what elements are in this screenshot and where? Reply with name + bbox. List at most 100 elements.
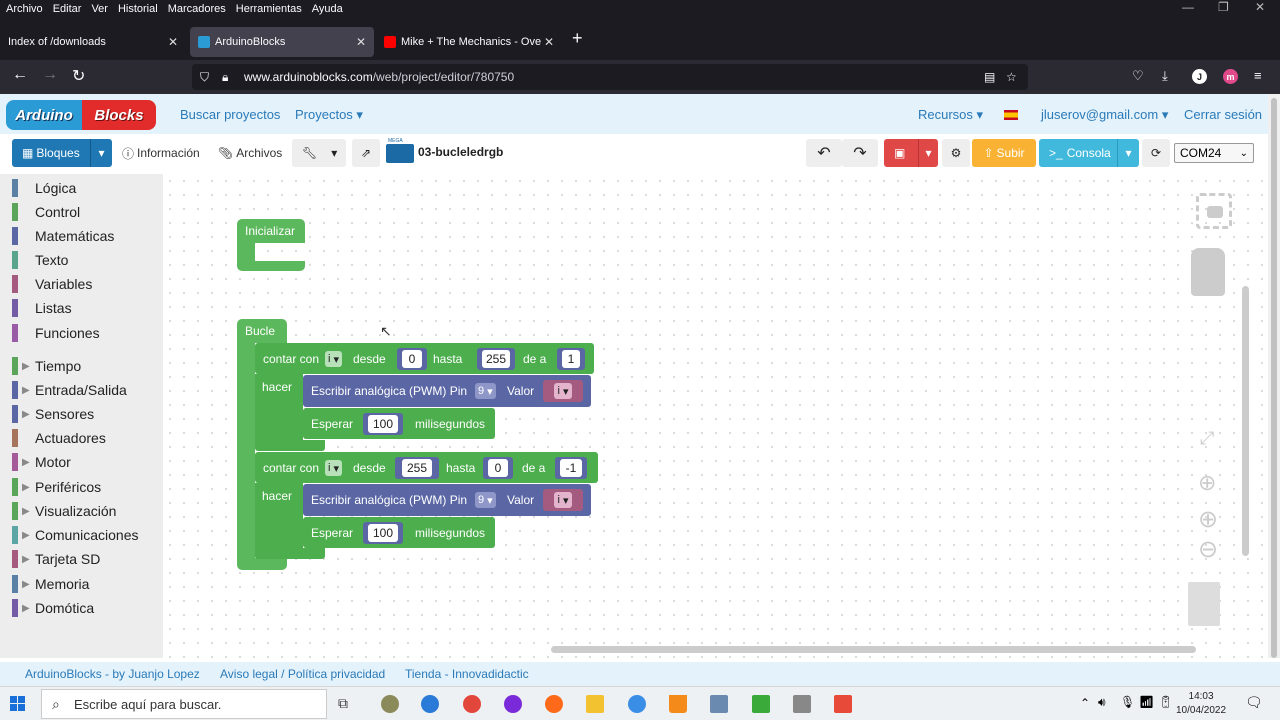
pin-dropdown[interactable]: 9 ▾ <box>475 383 496 399</box>
restore-icon[interactable]: ❐ <box>1218 0 1229 14</box>
chevron-up-icon[interactable]: ⌃ <box>1080 696 1090 710</box>
resources-menu[interactable]: Recursos ▾ <box>918 107 983 123</box>
menu-editar[interactable]: Editar <box>53 3 82 15</box>
for-loop-block[interactable]: contar con i ▾ desde 255 hasta 0 de a -1 <box>255 452 598 483</box>
value-var-block[interactable]: i ▾ <box>543 380 583 402</box>
zoom-out-icon[interactable]: ⊖ <box>1198 535 1218 564</box>
user-menu[interactable]: jluserov@gmail.com ▾ <box>1041 107 1168 123</box>
redo-button[interactable]: ↷ <box>842 139 878 167</box>
reader-view-icon[interactable]: ▤ <box>984 70 995 84</box>
footer-legal-link[interactable]: Aviso legal / Política privacidad <box>220 667 385 681</box>
search-projects-link[interactable]: Buscar proyectos <box>180 107 280 122</box>
minimize-icon[interactable]: — <box>1182 0 1194 14</box>
tab-arduinoblocks[interactable]: ArduinoBlocks ✕ <box>190 27 374 57</box>
value-var-dropdown[interactable]: i ▾ <box>554 383 572 399</box>
close-tab-icon[interactable]: ✕ <box>356 35 366 49</box>
to-field[interactable]: 0 <box>488 459 508 477</box>
app-icon[interactable] <box>793 695 811 713</box>
toolbox-category[interactable]: ▶ Visualización <box>12 501 116 521</box>
wait-field[interactable]: 100 <box>368 415 398 433</box>
expand-arrow-icon[interactable]: ▶ <box>22 457 30 468</box>
undo-button[interactable]: ↶ <box>806 139 842 167</box>
vlc-icon[interactable] <box>669 695 687 713</box>
toolbox-category[interactable]: Listas <box>12 298 72 318</box>
app-icon[interactable] <box>710 695 728 713</box>
to-number-block[interactable]: 255 <box>477 348 515 370</box>
analog-write-block[interactable]: Escribir analógica (PWM) Pin 9 ▾ Valor i… <box>303 375 591 407</box>
expand-arrow-icon[interactable]: ▶ <box>22 482 30 493</box>
for-loop-block[interactable]: contar con i ▾ desde 0 hasta 255 de a 1 <box>255 343 594 374</box>
toolbox-category[interactable]: ▶ Sensores <box>12 404 94 424</box>
files-button[interactable]: 📎︎ Archivos <box>218 139 282 167</box>
url-bar[interactable]: ⛉ 🔒︎ www.arduinoblocks.com/web/project/e… <box>192 64 1028 90</box>
menu-herramientas[interactable]: Herramientas <box>236 3 302 15</box>
from-field[interactable]: 0 <box>402 350 422 368</box>
close-tab-icon[interactable]: ✕ <box>168 35 178 49</box>
workspace-vertical-scrollbar[interactable] <box>1242 286 1249 556</box>
toolbox-category[interactable]: Actuadores <box>12 428 106 448</box>
close-window-icon[interactable]: ✕ <box>1255 0 1265 14</box>
network-icon[interactable]: 📶︎ <box>1139 695 1154 709</box>
upload-button[interactable]: ⇧ Subir <box>972 139 1036 167</box>
spain-flag-icon[interactable] <box>1004 110 1018 120</box>
downloads-icon[interactable]: ⤓ <box>1162 68 1168 84</box>
menu-ayuda[interactable]: Ayuda <box>312 3 343 15</box>
loop-var-dropdown[interactable]: i ▾ <box>325 351 343 367</box>
from-number-block[interactable]: 255 <box>395 457 439 479</box>
windows-start-icon[interactable] <box>10 696 26 712</box>
chevron-down-icon[interactable]: ▾ <box>918 139 938 167</box>
trash-icon[interactable] <box>1188 582 1220 626</box>
backpack-icon[interactable] <box>1191 248 1225 296</box>
chrome-icon[interactable] <box>628 695 646 713</box>
toolbox-category[interactable]: Texto <box>12 250 68 270</box>
microphone-icon[interactable]: 🎙︎ <box>1120 695 1135 709</box>
init-block[interactable]: Inicializar <box>237 219 305 243</box>
expand-arrow-icon[interactable]: ▶ <box>22 554 30 565</box>
footer-store-link[interactable]: Tienda - Innovadidactic <box>405 667 529 681</box>
tools-button[interactable]: 🔧︎ ▾ <box>292 139 346 167</box>
footer-author-link[interactable]: ArduinoBlocks - by Juanjo Lopez <box>25 667 200 681</box>
center-target-icon[interactable]: ⊕ <box>1198 470 1216 496</box>
menu-historial[interactable]: Historial <box>118 3 158 15</box>
expand-arrow-icon[interactable]: ▶ <box>22 385 30 396</box>
toolbox-category[interactable]: ▶ Memoria <box>12 574 89 594</box>
expand-arrow-icon[interactable]: ▶ <box>22 579 30 590</box>
wait-block[interactable]: Esperar 100 milisegundos <box>303 408 495 439</box>
pocket-icon[interactable]: ♡ <box>1132 68 1144 84</box>
toolbox-category[interactable]: ▶ Tarjeta SD <box>12 549 100 569</box>
toolbox-category[interactable]: ▶ Tiempo <box>12 356 81 376</box>
tab-downloads[interactable]: Index of /downloads ✕ <box>0 27 186 57</box>
workspace-horizontal-scrollbar[interactable] <box>551 646 1196 653</box>
console-button[interactable]: >_ Consola ▾ <box>1039 139 1139 167</box>
chrome-icon[interactable] <box>463 695 481 713</box>
bookmark-star-icon[interactable]: ☆ <box>1006 70 1017 84</box>
analog-write-block[interactable]: Escribir analógica (PWM) Pin 9 ▾ Valor i… <box>303 484 591 516</box>
app-icon[interactable] <box>421 695 439 713</box>
forward-icon[interactable]: → <box>42 66 58 84</box>
expand-arrow-icon[interactable]: ▶ <box>22 603 30 614</box>
extension-icon[interactable]: m <box>1223 69 1238 84</box>
wait-block[interactable]: Esperar 100 milisegundos <box>303 517 495 548</box>
from-number-block[interactable]: 0 <box>397 348 427 370</box>
taskbar-search-box[interactable]: ⌕ Escribe aquí para buscar. <box>41 689 327 719</box>
wait-number-block[interactable]: 100 <box>363 522 403 544</box>
app-icon[interactable] <box>504 695 522 713</box>
wait-number-block[interactable]: 100 <box>363 413 403 435</box>
port-select[interactable]: COM24 ⌄ <box>1174 143 1254 163</box>
refresh-ports-button[interactable]: ⟳ <box>1142 139 1170 167</box>
info-button[interactable]: ⓘ Información <box>122 139 200 167</box>
pin-dropdown[interactable]: 9 ▾ <box>475 492 496 508</box>
toolbox-category[interactable]: ▶ Periféricos <box>12 477 101 497</box>
value-var-dropdown[interactable]: i ▾ <box>554 492 572 508</box>
by-field[interactable]: -1 <box>560 459 582 477</box>
firefox-icon[interactable] <box>545 695 563 713</box>
logout-link[interactable]: Cerrar sesión <box>1184 107 1262 122</box>
system-clock[interactable]: 14:03 10/04/2022 <box>1176 690 1226 718</box>
back-icon[interactable]: ← <box>12 66 28 84</box>
arduinoblocks-logo[interactable]: Arduino Blocks <box>6 100 156 130</box>
profile-icon[interactable]: J <box>1192 69 1207 84</box>
app-icon[interactable] <box>381 695 399 713</box>
chevron-down-icon[interactable]: ▾ <box>1117 139 1139 167</box>
toolbox-category[interactable]: ▶ Domótica <box>12 598 94 618</box>
expand-arrow-icon[interactable]: ▶ <box>22 361 30 372</box>
